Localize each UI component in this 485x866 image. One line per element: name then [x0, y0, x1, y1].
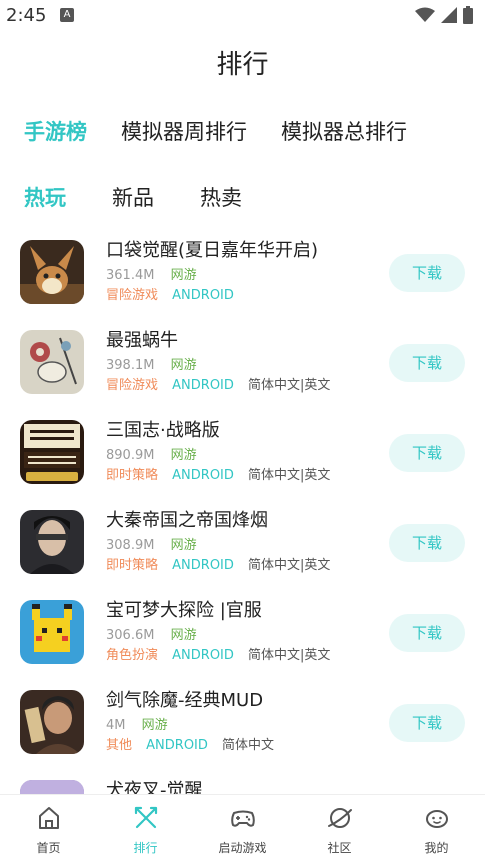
nav-label: 社区 — [327, 841, 352, 855]
app-genre: 其他 — [106, 738, 133, 753]
nav-ranking[interactable]: 排行 — [97, 795, 194, 866]
snail-icon — [20, 330, 84, 394]
app-genre: 角色扮演 — [106, 648, 159, 663]
list-item[interactable]: 宝可梦大探险 |官服 306.6M 网游 角色扮演 ANDROID 简体中文|英… — [0, 592, 485, 672]
app-name: 口袋觉醒(夏日嘉年华开启) — [106, 240, 319, 261]
nav-profile[interactable]: 我的 — [388, 795, 485, 866]
app-type: 网游 — [170, 268, 197, 283]
app-size: 308.9M — [106, 538, 155, 553]
app-type: 网游 — [170, 448, 197, 463]
app-genre: 冒险游戏 — [106, 378, 159, 393]
inuyasha-icon — [20, 780, 84, 794]
nav-label: 启动游戏 — [218, 841, 267, 855]
category-subtabs: 热玩 新品 热卖 — [24, 182, 242, 212]
sanguo-icon — [20, 420, 84, 484]
app-size: 306.6M — [106, 628, 155, 643]
app-genre: 即时策略 — [106, 468, 159, 483]
tab-emulator-weekly[interactable]: 模拟器周排行 — [121, 116, 247, 146]
list-item[interactable]: 最强蜗牛 398.1M 网游 冒险游戏 ANDROID 简体中文|英文 下载 — [0, 322, 485, 402]
warrior-icon — [20, 510, 84, 574]
battery-icon — [463, 6, 473, 24]
list-item[interactable]: 剑气除魔-经典MUD 4M 网游 其他 ANDROID 简体中文 下载 — [0, 682, 485, 762]
gamepad-icon — [230, 810, 255, 827]
subtab-hot[interactable]: 热玩 — [24, 182, 66, 212]
app-name: 三国志·战略版 — [106, 420, 220, 441]
app-genre: 即时策略 — [106, 558, 159, 573]
signal-icon — [441, 7, 457, 23]
app-platform: ANDROID — [172, 288, 234, 303]
tab-mobile-games[interactable]: 手游榜 — [24, 116, 87, 146]
status-bar: 2:45 A — [0, 0, 485, 30]
app-type: 网游 — [170, 628, 197, 643]
app-genre: 冒险游戏 — [106, 288, 159, 303]
page-title: 排行 — [216, 50, 269, 80]
download-button[interactable]: 下载 — [389, 254, 465, 292]
tab-emulator-total[interactable]: 模拟器总排行 — [281, 116, 407, 146]
download-button[interactable]: 下载 — [389, 614, 465, 652]
nav-label: 排行 — [133, 841, 158, 855]
subtab-new[interactable]: 新品 — [112, 182, 154, 212]
taoist-icon — [20, 690, 84, 754]
status-time: 2:45 — [6, 5, 47, 26]
app-size: 398.1M — [106, 358, 155, 373]
download-button[interactable]: 下载 — [389, 524, 465, 562]
app-type: 网游 — [170, 538, 197, 553]
nav-launch-game[interactable]: 启动游戏 — [194, 795, 291, 866]
list-item[interactable]: 大秦帝国之帝国烽烟 308.9M 网游 即时策略 ANDROID 简体中文|英文… — [0, 502, 485, 582]
pikachu-icon — [20, 600, 84, 664]
eevee-icon — [20, 240, 84, 304]
app-platform: ANDROID — [172, 378, 234, 393]
app-name: 大秦帝国之帝国烽烟 — [106, 510, 268, 531]
wifi-icon — [415, 7, 435, 22]
app-language: 简体中文|英文 — [248, 378, 331, 393]
app-name: 犬夜叉-觉醒 — [106, 780, 203, 794]
ranking-icon — [134, 806, 157, 829]
ranking-tabs: 手游榜 模拟器周排行 模拟器总排行 — [24, 116, 407, 146]
app-name: 最强蜗牛 — [106, 330, 178, 351]
app-language: 简体中文|英文 — [248, 558, 331, 573]
community-icon — [327, 808, 352, 828]
app-platform: ANDROID — [146, 738, 208, 753]
app-platform: ANDROID — [172, 468, 234, 483]
bottom-nav: 首页 排行 启动游戏 社区 我的 — [0, 794, 485, 866]
app-language: 简体中文|英文 — [248, 468, 331, 483]
nav-label: 首页 — [36, 841, 61, 855]
list-item[interactable]: 犬夜叉-觉醒 — [0, 772, 485, 794]
profile-icon — [425, 810, 448, 828]
app-language: 简体中文|英文 — [248, 648, 331, 663]
app-size: 890.9M — [106, 448, 155, 463]
notification-icon: A — [60, 8, 74, 22]
app-size: 4M — [106, 718, 126, 733]
nav-label: 我的 — [424, 841, 449, 855]
app-name: 剑气除魔-经典MUD — [106, 690, 264, 711]
app-list: 口袋觉醒(夏日嘉年华开启) 361.4M 网游 冒险游戏 ANDROID 下载 … — [0, 232, 485, 794]
subtab-bestseller[interactable]: 热卖 — [200, 182, 242, 212]
status-icons — [415, 6, 473, 24]
download-button[interactable]: 下载 — [389, 434, 465, 472]
app-size: 361.4M — [106, 268, 155, 283]
list-item[interactable]: 三国志·战略版 890.9M 网游 即时策略 ANDROID 简体中文|英文 下… — [0, 412, 485, 492]
app-language: 简体中文 — [222, 738, 275, 753]
nav-home[interactable]: 首页 — [0, 795, 97, 866]
download-button[interactable]: 下载 — [389, 344, 465, 382]
app-type: 网游 — [141, 718, 168, 733]
list-item[interactable]: 口袋觉醒(夏日嘉年华开启) 361.4M 网游 冒险游戏 ANDROID 下载 — [0, 232, 485, 312]
app-platform: ANDROID — [172, 648, 234, 663]
download-button[interactable]: 下载 — [389, 704, 465, 742]
app-type: 网游 — [170, 358, 197, 373]
nav-community[interactable]: 社区 — [291, 795, 388, 866]
app-platform: ANDROID — [172, 558, 234, 573]
home-icon — [38, 807, 59, 829]
app-name: 宝可梦大探险 |官服 — [106, 600, 262, 621]
